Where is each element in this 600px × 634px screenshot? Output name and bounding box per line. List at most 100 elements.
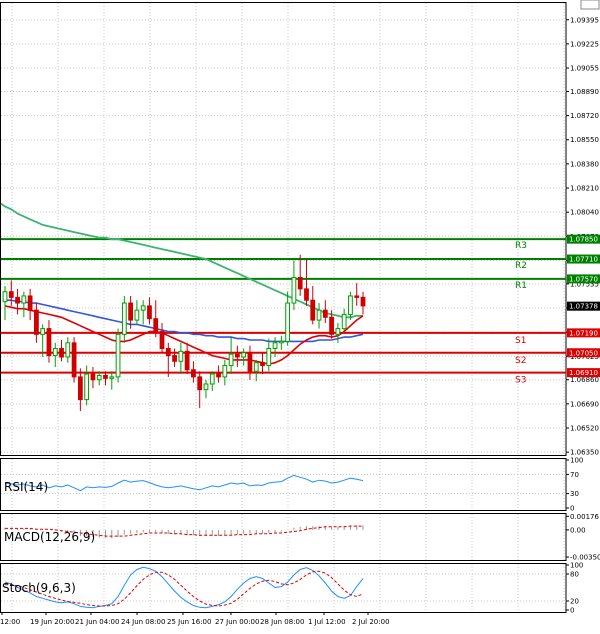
macd-axis-label: 0.00176 <box>570 513 599 521</box>
panel-frame-rsi <box>0 458 567 511</box>
candle-body <box>291 276 297 304</box>
time-axis-label: 24 Jun 08:00 <box>121 618 165 626</box>
candle-body <box>21 295 27 304</box>
candle-body <box>103 374 108 379</box>
time-axis-label: 1 Jul 12:00 <box>308 618 346 626</box>
candle-body <box>40 328 46 335</box>
candle-body <box>285 302 291 342</box>
candle-body <box>341 313 347 330</box>
macd-axis-label: -0.003505 <box>570 554 600 562</box>
price-axis-label: 1.08720 <box>570 112 599 120</box>
time-axis-label: 27 Jun 00:00 <box>215 618 259 626</box>
candle-body <box>90 373 96 381</box>
candle-body <box>354 295 360 298</box>
price-axis-label: 1.08890 <box>570 88 599 96</box>
candle-body <box>109 376 115 379</box>
candle-body <box>34 309 39 335</box>
candle-body <box>147 305 152 320</box>
candle-body <box>266 347 272 367</box>
candle-body <box>203 383 209 391</box>
candle-body <box>77 376 83 401</box>
panel-frame-stoch <box>0 563 567 613</box>
macd-axis-label: 0.00 <box>570 526 586 534</box>
level-name-label: R2 <box>515 261 527 271</box>
price-axis-label: 1.09395 <box>570 16 599 24</box>
price-axis-label: 1.06860 <box>570 376 599 384</box>
price-axis-label: 1.08040 <box>570 209 599 217</box>
chart-svg: 1.09395 1.09225 1.09055 1.08890 1.08720 1.085… <box>0 0 600 626</box>
time-axis-label: 25 Jun 16:00 <box>167 618 211 626</box>
rsi-axis-label: 100 <box>570 457 583 465</box>
candle-body <box>329 316 334 335</box>
candle-body <box>172 355 177 362</box>
candle-body <box>247 352 253 372</box>
candle-body <box>228 353 234 367</box>
level-value-label: 1.07570 <box>569 275 598 283</box>
candle-body <box>71 342 77 378</box>
candle-body <box>128 302 133 321</box>
candle-body <box>184 350 190 371</box>
candle-body <box>310 299 316 321</box>
level-value-label: 1.07050 <box>569 349 598 357</box>
candle-body <box>15 296 20 304</box>
candle-body <box>335 328 341 335</box>
candle-body <box>191 369 196 378</box>
price-axis-label: 1.09055 <box>570 65 599 73</box>
candle-body <box>360 296 366 307</box>
level-name-label: R1 <box>515 281 527 291</box>
candle-body <box>209 373 215 385</box>
time-axis-label: 21 Jun 04:00 <box>75 618 119 626</box>
candle-body <box>121 302 127 335</box>
price-axis-label: 1.06690 <box>570 400 599 408</box>
candle-body <box>52 347 58 357</box>
price-axis-label: 1.06350 <box>570 449 599 457</box>
candle-body <box>59 347 64 358</box>
time-axis-label: 2 Jul 20:00 <box>352 618 390 626</box>
candle-body <box>197 376 203 391</box>
price-axis-label: 1.08380 <box>570 160 599 168</box>
candle-body <box>2 291 8 303</box>
candle-body <box>96 374 102 381</box>
candle-body <box>65 342 71 358</box>
candle-body <box>260 362 265 367</box>
candle-body <box>272 342 278 349</box>
stoch-axis-label: 100 <box>570 562 583 570</box>
candle-body <box>8 291 14 298</box>
level-value-label: 1.07850 <box>569 236 598 244</box>
candle-body <box>27 295 33 311</box>
price-axis-label: 1.09225 <box>570 40 599 48</box>
candle-body <box>165 347 171 357</box>
price-axis-label: 1.08210 <box>570 185 599 193</box>
candle-body <box>178 350 184 362</box>
candle-body <box>159 330 165 349</box>
rsi-axis-label: 0 <box>570 505 574 513</box>
rsi-label: RSI(14) <box>4 480 48 494</box>
candle-body <box>322 309 328 318</box>
time-axis-label: 19 Jun 20:00 <box>30 618 74 626</box>
candle-body <box>316 309 322 321</box>
candle-body <box>153 318 159 332</box>
time-axis-label: 12:00 <box>0 618 20 626</box>
candle-body <box>222 365 228 378</box>
price-axis-label: 1.08550 <box>570 136 599 144</box>
candle-body <box>216 373 221 378</box>
candle-body <box>348 295 353 315</box>
macd-label: MACD(12,26,9) <box>4 530 95 544</box>
candle-body <box>304 288 309 301</box>
candle-body <box>253 362 259 372</box>
stoch-axis-label: 20 <box>570 598 579 606</box>
level-name-label: S1 <box>515 336 526 346</box>
level-value-label: 1.07190 <box>569 329 598 337</box>
level-value-label: 1.06910 <box>569 369 598 377</box>
level-name-label: R3 <box>515 241 527 251</box>
corner-scroll-button <box>580 0 600 10</box>
level-name-label: S2 <box>515 356 526 366</box>
candle-body <box>235 353 240 358</box>
stoch-axis-label: 0 <box>570 607 574 615</box>
candle-body <box>241 352 247 358</box>
forex-chart: 1.09395 1.09225 1.09055 1.08890 1.08720 1.085… <box>0 0 600 630</box>
stoch-label: Stoch(9,6,3) <box>2 581 76 595</box>
candle-body <box>278 340 284 344</box>
level-value-label: 1.07710 <box>569 256 598 264</box>
candle-body <box>297 276 303 290</box>
